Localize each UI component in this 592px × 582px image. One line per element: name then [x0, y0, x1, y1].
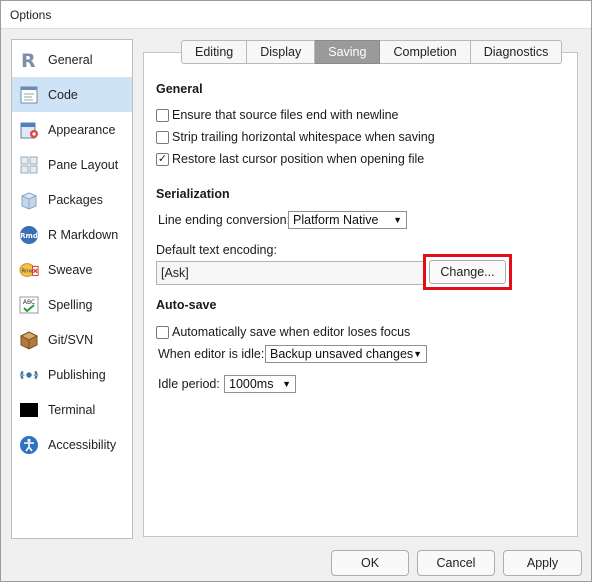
sidebar-item-packages[interactable]: Packages [12, 182, 132, 217]
idle-period-label: Idle period: [158, 377, 220, 391]
autosave-section-title: Auto-save [156, 298, 217, 312]
chevron-down-icon: ▼ [413, 349, 422, 359]
restore-cursor-option[interactable]: ✓ Restore last cursor position when open… [156, 151, 424, 167]
window-title: Options [10, 8, 52, 22]
sidebar-item-label: Sweave [48, 263, 93, 277]
sidebar-item-spelling[interactable]: ABC Spelling [12, 287, 132, 322]
saving-panel: General Ensure that source files end wit… [143, 52, 578, 537]
encoding-label: Default text encoding: [156, 243, 277, 257]
accessibility-icon [19, 435, 39, 455]
sidebar-item-label: Terminal [48, 403, 96, 417]
autosave-focus-option[interactable]: Automatically save when editor loses foc… [156, 324, 410, 340]
sidebar-item-r-markdown[interactable]: Rmd R Markdown [12, 217, 132, 252]
idle-period-value: 1000ms [229, 377, 274, 391]
appearance-icon [19, 120, 39, 140]
sidebar-item-label: Spelling [48, 298, 93, 312]
sidebar-item-appearance[interactable]: Appearance [12, 112, 132, 147]
line-ending-value: Platform Native [293, 213, 379, 227]
encoding-field: [Ask] [156, 261, 424, 285]
options-sidebar: R General Code Appearance Pane Layout Pa… [11, 39, 133, 539]
sidebar-item-code[interactable]: Code [12, 77, 132, 112]
line-ending-select[interactable]: Platform Native ▼ [288, 211, 407, 229]
svg-text:R: R [21, 50, 36, 70]
sidebar-item-label: Pane Layout [48, 158, 119, 172]
tab-completion[interactable]: Completion [380, 40, 471, 64]
chevron-down-icon: ▼ [393, 215, 402, 225]
sidebar-item-git-svn[interactable]: Git/SVN [12, 322, 132, 357]
change-encoding-button[interactable]: Change... [429, 260, 506, 284]
strip-whitespace-checkbox[interactable] [156, 130, 169, 144]
sidebar-item-general[interactable]: R General [12, 42, 132, 77]
terminal-icon [19, 400, 39, 420]
line-ending-label: Line ending conversion: [158, 213, 291, 227]
tab-saving[interactable]: Saving [315, 40, 381, 64]
cancel-button[interactable]: Cancel [417, 550, 495, 576]
tab-diagnostics[interactable]: Diagnostics [470, 40, 563, 64]
sidebar-item-label: Git/SVN [48, 333, 94, 347]
tab-display[interactable]: Display [247, 40, 316, 64]
git-box-icon [19, 330, 39, 350]
idle-label: When editor is idle: [158, 347, 265, 361]
strip-whitespace-label: Strip trailing horizontal whitespace whe… [172, 130, 435, 144]
publishing-icon [19, 365, 39, 385]
code-icon [19, 85, 39, 105]
autosave-focus-checkbox[interactable] [156, 325, 169, 339]
ensure-newline-checkbox[interactable] [156, 108, 169, 122]
pane-layout-icon [19, 155, 39, 175]
sidebar-item-label: Publishing [48, 368, 106, 382]
restore-cursor-label: Restore last cursor position when openin… [172, 152, 425, 166]
options-dialog: Options R General Code Appearance Pane L [0, 0, 592, 582]
sidebar-item-publishing[interactable]: Publishing [12, 357, 132, 392]
idle-action-value: Backup unsaved changes [270, 347, 414, 361]
autosave-focus-label: Automatically save when editor loses foc… [172, 325, 411, 339]
apply-button[interactable]: Apply [503, 550, 582, 576]
svg-text:Rnw: Rnw [21, 268, 33, 274]
title-bar: Options [1, 1, 591, 29]
restore-cursor-checkbox[interactable]: ✓ [156, 152, 169, 166]
sidebar-item-pane-layout[interactable]: Pane Layout [12, 147, 132, 182]
sidebar-item-label: General [48, 53, 93, 67]
idle-period-select[interactable]: 1000ms ▼ [224, 375, 296, 393]
sidebar-item-accessibility[interactable]: Accessibility [12, 427, 132, 462]
sidebar-item-label: Packages [48, 193, 103, 207]
tab-editing[interactable]: Editing [181, 40, 248, 64]
idle-action-select[interactable]: Backup unsaved changes ▼ [265, 345, 427, 363]
sidebar-item-label: Accessibility [48, 438, 117, 452]
svg-text:Rmd: Rmd [20, 232, 38, 240]
sidebar-item-label: Appearance [48, 123, 116, 137]
options-tabs: Editing Display Saving Completion Diagno… [181, 40, 563, 64]
sidebar-item-label: R Markdown [48, 228, 119, 242]
general-section-title: General [156, 82, 203, 96]
sidebar-item-sweave[interactable]: Rnw Sweave [12, 252, 132, 287]
strip-whitespace-option[interactable]: Strip trailing horizontal whitespace whe… [156, 129, 435, 145]
r-logo-icon: R [19, 50, 39, 70]
sweave-icon: Rnw [19, 260, 39, 280]
rmd-icon: Rmd [19, 225, 39, 245]
chevron-down-icon: ▼ [282, 379, 291, 389]
spelling-icon: ABC [19, 295, 39, 315]
ensure-newline-label: Ensure that source files end with newlin… [172, 108, 399, 122]
packages-icon [19, 190, 39, 210]
sidebar-item-terminal[interactable]: Terminal [12, 392, 132, 427]
ok-button[interactable]: OK [331, 550, 409, 576]
sidebar-item-label: Code [48, 88, 78, 102]
serialization-section-title: Serialization [156, 187, 230, 201]
ensure-newline-option[interactable]: Ensure that source files end with newlin… [156, 107, 399, 123]
